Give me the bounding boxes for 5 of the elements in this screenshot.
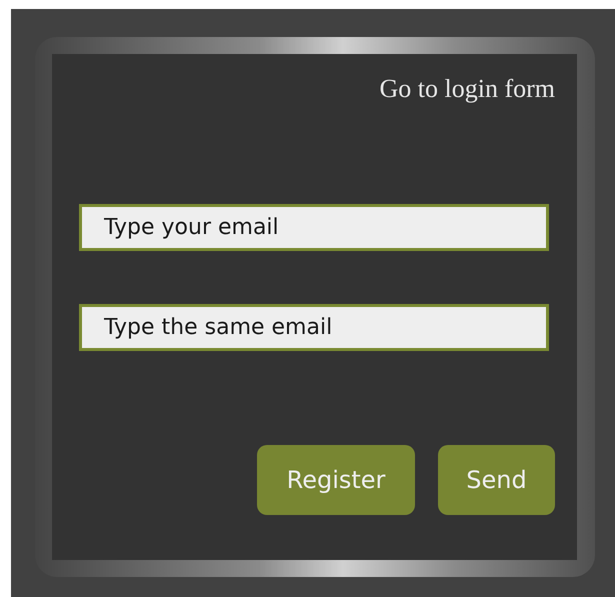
- form-button[interactable]: Send: [438, 445, 555, 515]
- email-field[interactable]: Type the same email: [79, 304, 549, 351]
- email-field[interactable]: Type your email: [79, 204, 549, 251]
- form-button[interactable]: Register: [257, 445, 415, 515]
- login-link[interactable]: Go to login form: [380, 74, 555, 108]
